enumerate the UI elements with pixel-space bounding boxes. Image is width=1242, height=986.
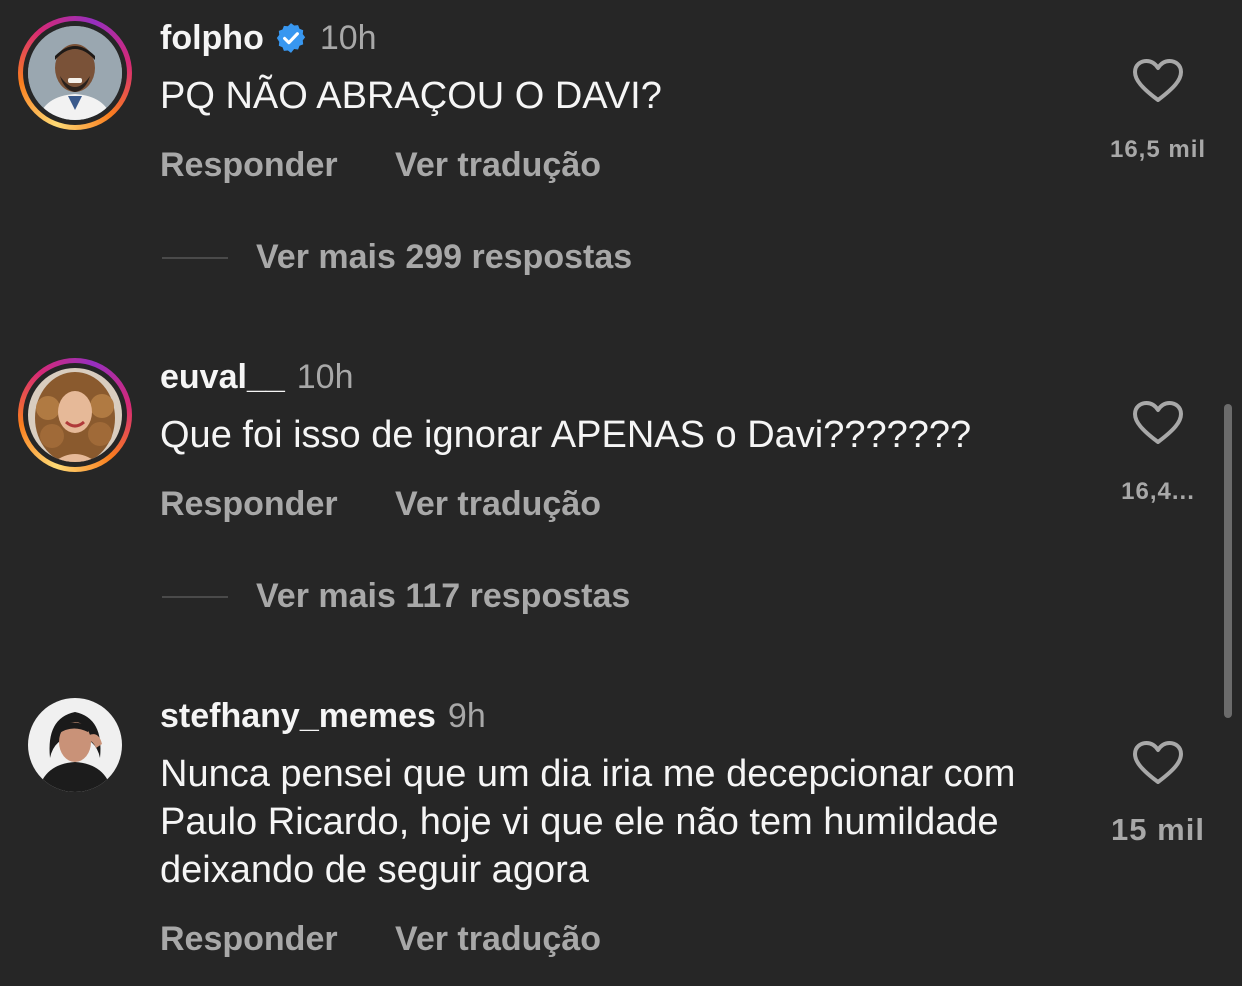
view-more-replies[interactable]: Ver mais 299 respostas (162, 238, 632, 277)
like-count: 15 mil (1111, 812, 1205, 847)
comment-time: 10h (319, 19, 377, 57)
comment-header: folpho 10h (160, 18, 377, 58)
avatar-story-ring[interactable] (18, 358, 132, 472)
scrollbar[interactable] (1224, 404, 1232, 718)
reply-button[interactable]: Responder (160, 920, 338, 959)
username[interactable]: stefhany_memes (160, 696, 436, 736)
comment-actions: Responder Ver tradução (160, 146, 601, 185)
comment-text: Que foi isso de ignorar APENAS o Davi???… (160, 414, 972, 456)
username[interactable]: euval__ (160, 357, 285, 397)
heart-outline-icon[interactable] (1132, 740, 1184, 786)
replies-divider (162, 256, 228, 259)
comment-text: Nunca pensei que um dia iria me decepcio… (160, 753, 1016, 891)
heart-outline-icon[interactable] (1132, 58, 1184, 104)
see-translation-button[interactable]: Ver tradução (395, 146, 601, 185)
avatar (28, 368, 122, 462)
avatar-container[interactable] (18, 688, 132, 802)
view-more-replies-label[interactable]: Ver mais 299 respostas (256, 238, 632, 277)
comment-time: 10h (296, 358, 354, 396)
heart-outline-icon[interactable] (1132, 400, 1184, 446)
view-more-replies-label[interactable]: Ver mais 117 respostas (256, 577, 630, 616)
like-count: 16,4... (1121, 478, 1195, 505)
comment-actions: Responder Ver tradução (160, 485, 601, 524)
like-count: 16,5 mil (1109, 136, 1207, 163)
comment-header: stefhany_memes 9h (160, 696, 486, 736)
avatar-image (28, 26, 122, 120)
comment-time: 9h (447, 697, 486, 735)
avatar-image (28, 698, 122, 792)
avatar (28, 26, 122, 120)
see-translation-button[interactable]: Ver tradução (395, 920, 601, 959)
reply-button[interactable]: Responder (160, 146, 338, 185)
see-translation-button[interactable]: Ver tradução (395, 485, 601, 524)
verified-badge-icon (276, 23, 306, 53)
replies-divider (162, 595, 228, 598)
reply-button[interactable]: Responder (160, 485, 338, 524)
comment-header: euval__ 10h (160, 357, 354, 397)
avatar-image (28, 368, 122, 462)
username[interactable]: folpho (160, 18, 264, 58)
avatar (28, 698, 122, 792)
avatar-story-ring[interactable] (18, 16, 132, 130)
comment-actions: Responder Ver tradução (160, 920, 601, 959)
view-more-replies[interactable]: Ver mais 117 respostas (162, 577, 630, 616)
comment-text: PQ NÃO ABRAÇOU O DAVI? (160, 75, 662, 117)
